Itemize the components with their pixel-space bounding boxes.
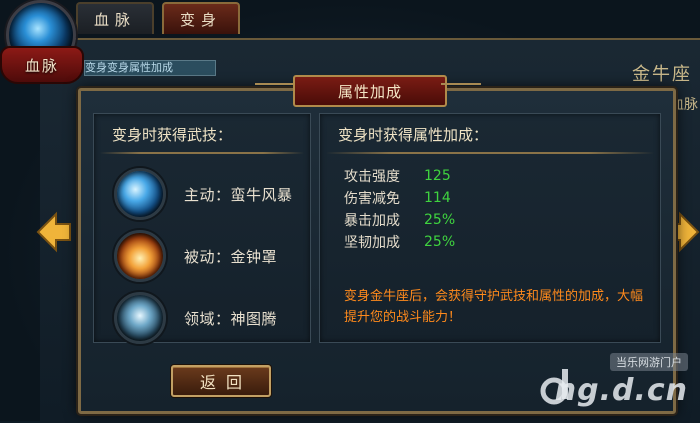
attribute-value: 25% [424, 212, 456, 228]
attribute-name: 坚韧加成 [344, 235, 400, 251]
storm-icon [114, 168, 166, 220]
skill-label: 领域：神图腾 [184, 309, 278, 328]
dialog-titlebar: 属性加成 [255, 75, 481, 107]
dialog-title: 属性加成 [293, 75, 447, 107]
totem-icon [114, 292, 166, 344]
arrow-left-icon[interactable] [36, 210, 72, 254]
skill-item-active[interactable]: 主动：蛮牛风暴 [114, 168, 293, 220]
attribute-name: 暴击加成 [344, 213, 400, 229]
tab-bloodline[interactable]: 血脉 [76, 2, 154, 34]
attribute-row: 坚韧加成 25% [344, 232, 455, 252]
tab-transform[interactable]: 变身 [162, 2, 240, 34]
watermark-top-text: 当乐网游门户 [610, 353, 688, 371]
skills-panel: 变身时获得武技： 主动：蛮牛风暴 被动：金钟罩 领域：神图腾 [93, 113, 311, 344]
bloodline-emblem[interactable]: 血脉 [0, 0, 84, 92]
skill-item-domain[interactable]: 领域：神图腾 [114, 292, 277, 344]
attribute-value: 25% [424, 234, 456, 250]
transform-description: 变身金牛座后，会获得守护武技和属性的加成，大幅提升您的战斗能力！ [344, 289, 644, 325]
title-wing-left [255, 83, 295, 95]
attributes-divider [326, 152, 654, 154]
back-button[interactable]: 返回 [171, 365, 271, 397]
attributes-panel: 变身时获得属性加成： 攻击强度 125 伤害减免 114 暴击加成 25% 坚韧… [319, 113, 661, 343]
skills-header: 变身时获得武技： [112, 126, 233, 144]
skill-item-passive[interactable]: 被动：金钟罩 [114, 230, 277, 282]
attribute-row: 暴击加成 25% [344, 210, 455, 230]
background-strip: 变身变身属性加成 [84, 60, 216, 76]
skills-divider [100, 152, 304, 154]
watermark-domain: ng.d.cn [554, 373, 688, 408]
attribute-name: 伤害减免 [344, 191, 400, 207]
site-watermark: 当乐网游门户 ng.d.cn [538, 353, 688, 413]
attribute-value: 125 [424, 168, 451, 184]
attributes-header: 变身时获得属性加成： [338, 126, 489, 144]
skill-label: 主动：蛮牛风暴 [184, 185, 293, 204]
attribute-row: 攻击强度 125 [344, 166, 451, 186]
skill-label: 被动：金钟罩 [184, 247, 278, 266]
attribute-value: 114 [424, 190, 451, 206]
background-right-title: 金牛座 [632, 64, 692, 85]
golden-bell-icon [114, 230, 166, 282]
emblem-label: 血脉 [0, 46, 84, 84]
attribute-row: 伤害减免 114 [344, 188, 451, 208]
attribute-name: 攻击强度 [344, 169, 400, 185]
title-wing-right [441, 83, 481, 95]
